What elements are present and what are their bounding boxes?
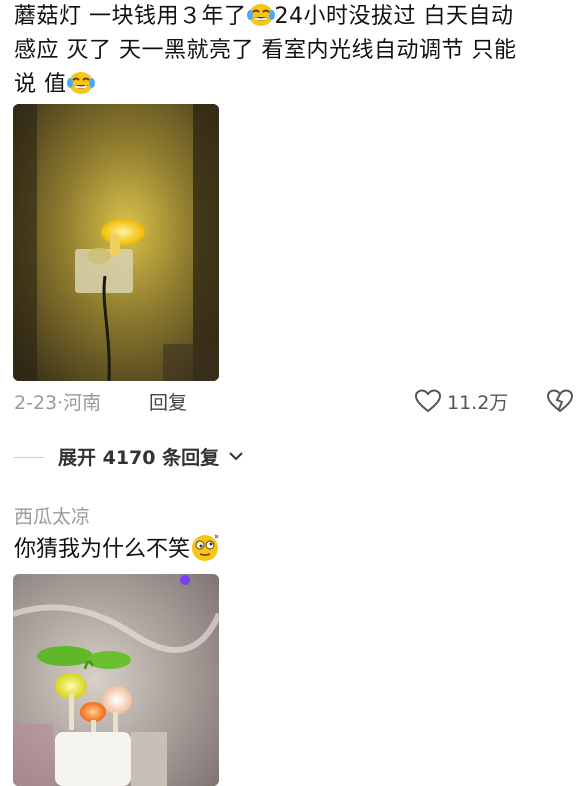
like-count: 11.2万 (447, 392, 509, 414)
laughing-tears-emoji-icon (246, 4, 275, 26)
comment-2-text: 你猜我为什么不笑 (14, 532, 222, 567)
comment-1-text-part: 说 值 (14, 72, 67, 97)
comment-1-text-part: 蘑菇灯 一块钱用３年了 (14, 4, 247, 29)
comment-1-text: 蘑菇灯 一块钱用３年了 24小时没拔过 白天自动 感应 灭了 天一黑就亮了 看室… (14, 0, 576, 102)
chevron-down-icon (229, 452, 243, 461)
comment-location: 河南 (63, 392, 102, 414)
dizzy-face-emoji-icon (192, 534, 219, 561)
comment-1-meta: 2-23·河南 回复 11.2万 (14, 386, 574, 418)
divider (14, 457, 44, 458)
mushroom-night-light-photo (13, 104, 219, 381)
comment-1-text-part: 24小时没拔过 白天自动 (274, 4, 514, 29)
comment-1-image[interactable] (13, 104, 219, 381)
comment-date: 2-23 (14, 392, 58, 414)
comment-1-text-line: 感应 灭了 天一黑就亮了 看室内光线自动调节 只能 (14, 38, 517, 63)
comment-2-image[interactable] (13, 574, 219, 786)
reply-button[interactable]: 回复 (149, 388, 187, 415)
comment-2-username[interactable]: 西瓜太凉 (14, 502, 90, 529)
broken-heart-icon[interactable] (547, 389, 573, 413)
heart-icon[interactable] (415, 389, 441, 413)
comment-date-location: 2-23·河南 (14, 388, 101, 415)
comment-2-text-content: 你猜我为什么不笑 (14, 537, 191, 562)
laughing-tears-emoji-icon (66, 72, 95, 94)
expand-replies-label: 展开 4170 条回复 (58, 447, 220, 469)
colorful-mushroom-lights-photo (13, 574, 219, 786)
